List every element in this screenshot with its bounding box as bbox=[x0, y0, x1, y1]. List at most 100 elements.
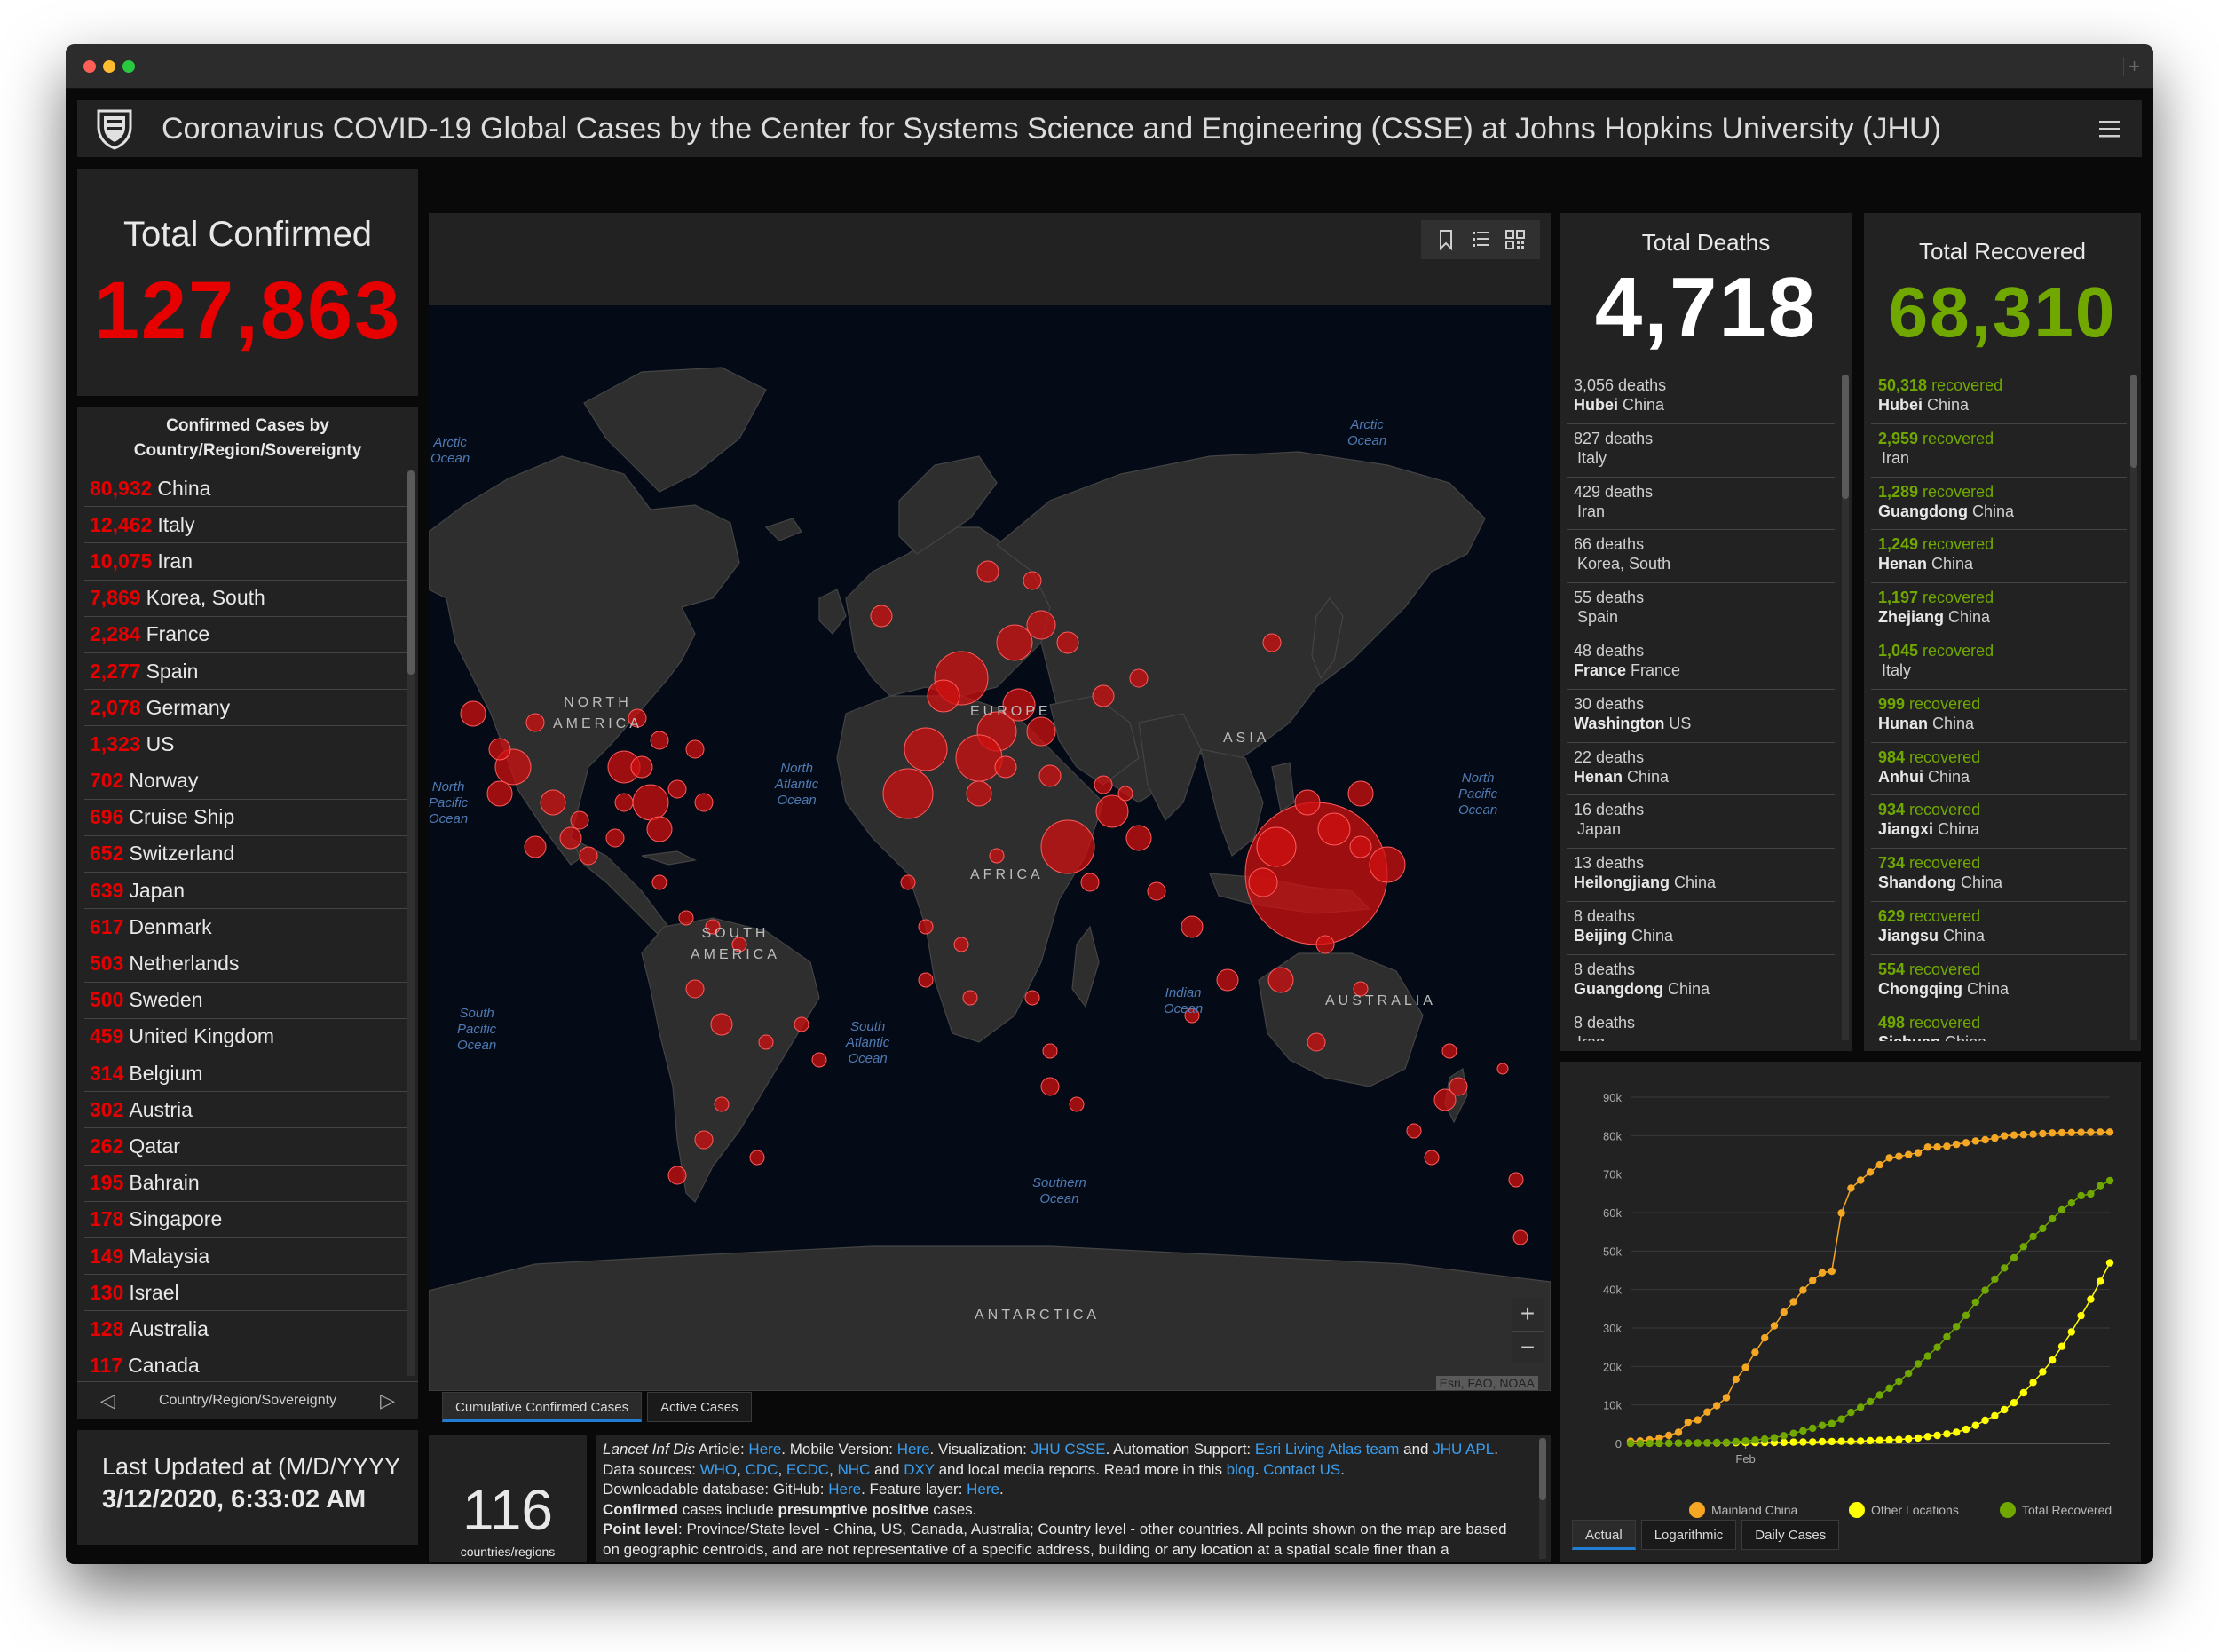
data-point[interactable] bbox=[1866, 1397, 1875, 1406]
country-row[interactable]: 149 Malaysia bbox=[84, 1238, 407, 1276]
data-point[interactable] bbox=[1895, 1435, 1903, 1443]
data-point[interactable] bbox=[1780, 1308, 1788, 1316]
data-point[interactable] bbox=[1828, 1267, 1836, 1276]
data-point[interactable] bbox=[1636, 1439, 1644, 1448]
data-point[interactable] bbox=[1885, 1435, 1893, 1444]
data-point[interactable] bbox=[2097, 1128, 2104, 1136]
data-point[interactable] bbox=[2029, 1379, 2037, 1387]
data-point[interactable] bbox=[1799, 1286, 1807, 1294]
data-point[interactable] bbox=[1933, 1143, 1941, 1151]
data-point[interactable] bbox=[2077, 1191, 2085, 1200]
case-bubble[interactable] bbox=[1026, 610, 1056, 640]
case-bubble[interactable] bbox=[525, 713, 545, 732]
case-bubble[interactable] bbox=[1307, 1032, 1326, 1052]
data-point[interactable] bbox=[2057, 1205, 2066, 1214]
recovered-row[interactable]: 554 recovered Chongqing China bbox=[1871, 955, 2127, 1008]
deaths-row[interactable]: 16 deaths Japan bbox=[1567, 795, 1835, 850]
deaths-row[interactable]: 3,056 deaths Hubei China bbox=[1567, 371, 1835, 424]
case-bubble[interactable] bbox=[1248, 867, 1278, 897]
case-bubble[interactable] bbox=[1042, 1043, 1058, 1059]
country-row[interactable]: 702 Norway bbox=[84, 763, 407, 800]
data-point[interactable] bbox=[1991, 1134, 1999, 1142]
case-bubble[interactable] bbox=[1347, 780, 1374, 807]
case-bubble[interactable] bbox=[749, 1150, 765, 1166]
data-point[interactable] bbox=[1971, 1137, 1979, 1145]
case-bubble[interactable] bbox=[1129, 668, 1149, 688]
country-row[interactable]: 617 Denmark bbox=[84, 909, 407, 946]
data-point[interactable] bbox=[1923, 1433, 1931, 1441]
scrollbar-thumb[interactable] bbox=[1539, 1438, 1546, 1500]
deaths-row[interactable]: 8 deaths Guangdong China bbox=[1567, 955, 1835, 1008]
who-link[interactable]: WHO bbox=[700, 1461, 738, 1478]
tab-actual[interactable]: Actual bbox=[1572, 1520, 1636, 1550]
data-point[interactable] bbox=[2087, 1295, 2095, 1303]
data-point[interactable] bbox=[1732, 1437, 1740, 1446]
data-point[interactable] bbox=[2057, 1342, 2066, 1350]
chevron-left-icon[interactable]: ◁ bbox=[100, 1389, 115, 1412]
case-bubble[interactable] bbox=[1080, 873, 1100, 892]
data-point[interactable] bbox=[1953, 1140, 1961, 1149]
country-row[interactable]: 262 Qatar bbox=[84, 1128, 407, 1166]
maximize-window-button[interactable] bbox=[122, 60, 135, 73]
case-bubble[interactable] bbox=[1317, 812, 1351, 846]
data-point[interactable] bbox=[1953, 1323, 1961, 1331]
case-bubble[interactable] bbox=[1181, 915, 1204, 938]
case-bubble[interactable] bbox=[714, 1096, 730, 1112]
country-row[interactable]: 314 Belgium bbox=[84, 1055, 407, 1093]
data-point[interactable] bbox=[1914, 1434, 1923, 1443]
country-row[interactable]: 500 Sweden bbox=[84, 983, 407, 1019]
data-point[interactable] bbox=[1857, 1403, 1865, 1411]
case-bubble[interactable] bbox=[1262, 633, 1282, 652]
plus-icon[interactable]: + bbox=[1512, 1298, 1544, 1331]
data-point[interactable] bbox=[2019, 1131, 2027, 1139]
case-bubble[interactable] bbox=[1094, 775, 1113, 794]
case-bubble[interactable] bbox=[1038, 764, 1062, 787]
data-point[interactable] bbox=[1895, 1377, 1903, 1386]
recovered-row[interactable]: 934 recovered Jiangxi China bbox=[1871, 795, 2127, 850]
data-point[interactable] bbox=[2087, 1128, 2095, 1136]
data-point[interactable] bbox=[1847, 1184, 1855, 1192]
recovered-row[interactable]: 999 recovered Hunan China bbox=[1871, 690, 2127, 743]
case-bubble[interactable] bbox=[579, 846, 598, 866]
case-bubble[interactable] bbox=[650, 731, 669, 750]
data-point[interactable] bbox=[2087, 1190, 2095, 1198]
data-point[interactable] bbox=[1933, 1343, 1941, 1351]
case-bubble[interactable] bbox=[1496, 1063, 1509, 1075]
country-row[interactable]: 195 Bahrain bbox=[84, 1166, 407, 1202]
country-row[interactable]: 12,462 Italy bbox=[84, 507, 407, 544]
country-row[interactable]: 503 Netherlands bbox=[84, 945, 407, 983]
case-bubble[interactable] bbox=[488, 738, 511, 761]
blog-link[interactable]: blog bbox=[1227, 1461, 1255, 1478]
data-point[interactable] bbox=[1905, 1435, 1913, 1443]
nhc-link[interactable]: NHC bbox=[838, 1461, 871, 1478]
case-bubble[interactable] bbox=[694, 793, 714, 812]
data-point[interactable] bbox=[2029, 1130, 2037, 1138]
country-list[interactable]: 80,932 China 12,462 Italy 10,075 Iran 7,869 Kor… bbox=[84, 470, 407, 1376]
data-point[interactable] bbox=[2010, 1399, 2018, 1407]
ecdc-link[interactable]: ECDC bbox=[786, 1461, 829, 1478]
country-row[interactable]: 2,078 Germany bbox=[84, 690, 407, 727]
case-bubble[interactable] bbox=[758, 1034, 774, 1050]
data-point[interactable] bbox=[1962, 1425, 1970, 1434]
case-bubble[interactable] bbox=[900, 874, 916, 890]
jhu-csse-link[interactable]: JHU CSSE bbox=[1031, 1441, 1106, 1458]
case-bubble[interactable] bbox=[870, 605, 893, 628]
data-point[interactable] bbox=[2067, 1199, 2075, 1207]
data-point[interactable] bbox=[1780, 1438, 1788, 1447]
data-point[interactable] bbox=[1847, 1408, 1855, 1417]
tab-logarithmic[interactable]: Logarithmic bbox=[1640, 1520, 1737, 1550]
mobile-version-link[interactable]: Here bbox=[897, 1441, 930, 1458]
recovered-row[interactable]: 1,289 recovered Guangdong China bbox=[1871, 478, 2127, 531]
data-point[interactable] bbox=[1780, 1432, 1788, 1440]
country-row[interactable]: 652 Switzerland bbox=[84, 836, 407, 873]
recovered-scrollbar[interactable] bbox=[2130, 375, 2137, 1040]
tab-cumulative-confirmed-cases[interactable]: Cumulative Confirmed Cases bbox=[442, 1392, 643, 1422]
data-point[interactable] bbox=[2001, 1132, 2009, 1140]
data-point[interactable] bbox=[1665, 1439, 1673, 1447]
deaths-row[interactable]: 55 deaths Spain bbox=[1567, 583, 1835, 636]
scrollbar-thumb[interactable] bbox=[2130, 375, 2137, 468]
country-row[interactable]: 178 Singapore bbox=[84, 1202, 407, 1238]
case-bubble[interactable] bbox=[570, 810, 589, 830]
data-point[interactable] bbox=[2010, 1253, 2018, 1262]
recovered-row[interactable]: 984 recovered Anhui China bbox=[1871, 743, 2127, 796]
